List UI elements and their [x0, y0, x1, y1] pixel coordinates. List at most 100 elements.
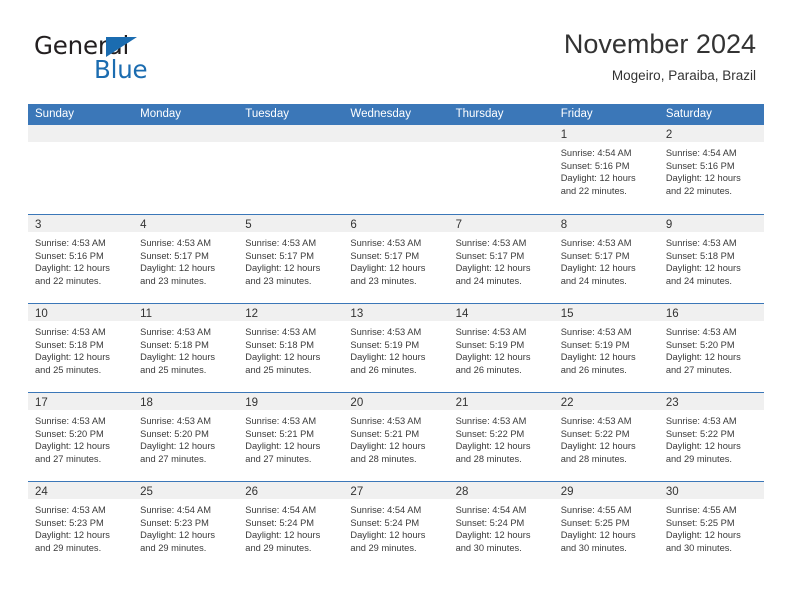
daylight-line-1: Daylight: 12 hours: [35, 263, 110, 274]
sunrise-line: Sunrise: 4:53 AM: [35, 327, 106, 337]
sunrise-line: Sunrise: 4:53 AM: [350, 327, 422, 337]
day-number: 27: [350, 486, 364, 498]
sunset-line: Sunset: 5:18 PM: [665, 250, 735, 261]
day-cell[interactable]: 28 Sunrise: 4:54 AM Sunset: 5:24 PM Dayl…: [448, 482, 554, 570]
day-cell[interactable]: 17 Sunrise: 4:53 AM Sunset: 5:20 PM Dayl…: [28, 393, 134, 481]
daylight-line-2: and 30 minutes.: [560, 542, 627, 553]
day-cell[interactable]: 16 Sunrise: 4:53 AM Sunset: 5:20 PM Dayl…: [658, 304, 764, 392]
day-cell[interactable]: 5 Sunrise: 4:53 AM Sunset: 5:17 PM Dayli…: [238, 215, 344, 303]
daylight-line-1: Daylight: 12 hours: [245, 530, 321, 541]
week-row: 1 Sunrise: 4:54 AM Sunset: 5:16 PM Dayli…: [28, 125, 764, 214]
daylight-line-2: and 29 minutes.: [665, 453, 732, 464]
day-number: 29: [560, 486, 574, 498]
daylight-line-2: and 29 minutes.: [35, 542, 102, 553]
daylight-line-1: Daylight: 12 hours: [560, 441, 636, 452]
sunset-line: Sunset: 5:16 PM: [560, 160, 630, 171]
day-cell[interactable]: 9 Sunrise: 4:53 AM Sunset: 5:18 PM Dayli…: [658, 215, 764, 303]
day-details: Sunrise: 4:53 AM Sunset: 5:17 PM Dayligh…: [449, 232, 554, 287]
day-number-band: 28: [448, 482, 554, 499]
day-cell[interactable]: 27 Sunrise: 4:54 AM Sunset: 5:24 PM Dayl…: [343, 482, 449, 570]
daylight-line-2: and 23 minutes.: [350, 275, 417, 286]
day-cell[interactable]: 7 Sunrise: 4:53 AM Sunset: 5:17 PM Dayli…: [448, 215, 554, 303]
brand-logo[interactable]: General Blue: [34, 32, 284, 88]
sunrise-line: Sunrise: 4:54 AM: [455, 505, 527, 515]
sunset-line: Sunset: 5:24 PM: [350, 517, 420, 528]
daylight-line-1: Daylight: 12 hours: [140, 263, 216, 274]
day-number: 18: [140, 397, 153, 409]
day-cell[interactable]: 12 Sunrise: 4:53 AM Sunset: 5:18 PM Dayl…: [238, 304, 344, 392]
day-cell[interactable]: 1 Sunrise: 4:54 AM Sunset: 5:16 PM Dayli…: [553, 125, 659, 214]
day-cell[interactable]: 24 Sunrise: 4:53 AM Sunset: 5:23 PM Dayl…: [28, 482, 134, 570]
weekday-sunday: Sunday: [35, 108, 75, 120]
day-cell[interactable]: 11 Sunrise: 4:53 AM Sunset: 5:18 PM Dayl…: [133, 304, 239, 392]
day-cell[interactable]: 25 Sunrise: 4:54 AM Sunset: 5:23 PM Dayl…: [133, 482, 239, 570]
day-number: 28: [455, 486, 469, 498]
day-details: Sunrise: 4:53 AM Sunset: 5:18 PM Dayligh…: [238, 321, 343, 376]
day-details: Sunrise: 4:53 AM Sunset: 5:22 PM Dayligh…: [659, 410, 764, 465]
weekday-wednesday: Wednesday: [350, 108, 411, 120]
sunrise-line: Sunrise: 4:54 AM: [140, 505, 211, 515]
day-cell[interactable]: 15 Sunrise: 4:53 AM Sunset: 5:19 PM Dayl…: [553, 304, 659, 392]
daylight-line-1: Daylight: 12 hours: [245, 441, 321, 452]
day-cell[interactable]: 2 Sunrise: 4:54 AM Sunset: 5:16 PM Dayli…: [658, 125, 764, 214]
day-cell: [238, 125, 344, 214]
daylight-line-2: and 25 minutes.: [140, 364, 207, 375]
day-number: 21: [455, 397, 469, 409]
day-cell[interactable]: 6 Sunrise: 4:53 AM Sunset: 5:17 PM Dayli…: [343, 215, 449, 303]
daylight-line-2: and 23 minutes.: [245, 275, 312, 286]
day-details: Sunrise: 4:53 AM Sunset: 5:19 PM Dayligh…: [343, 321, 448, 376]
sunrise-line: Sunrise: 4:53 AM: [350, 238, 422, 248]
day-cell[interactable]: 4 Sunrise: 4:53 AM Sunset: 5:17 PM Dayli…: [133, 215, 239, 303]
day-cell[interactable]: 21 Sunrise: 4:53 AM Sunset: 5:22 PM Dayl…: [448, 393, 554, 481]
day-number-band: 15: [553, 304, 659, 321]
day-number-band: [133, 125, 239, 142]
day-details: Sunrise: 4:54 AM Sunset: 5:23 PM Dayligh…: [133, 499, 238, 554]
day-cell[interactable]: 18 Sunrise: 4:53 AM Sunset: 5:20 PM Dayl…: [133, 393, 239, 481]
daylight-line-2: and 24 minutes.: [560, 275, 627, 286]
day-number-band: 19: [238, 393, 344, 410]
day-details: Sunrise: 4:53 AM Sunset: 5:18 PM Dayligh…: [28, 321, 133, 376]
sunrise-line: Sunrise: 4:53 AM: [665, 238, 737, 248]
sunset-line: Sunset: 5:20 PM: [140, 428, 209, 439]
day-number: 15: [560, 308, 574, 320]
brand-triangle-icon: [106, 37, 137, 57]
day-number-band: [343, 125, 449, 142]
weekday-saturday: Saturday: [665, 108, 712, 120]
sunrise-line: Sunrise: 4:53 AM: [140, 238, 211, 248]
day-cell[interactable]: 10 Sunrise: 4:53 AM Sunset: 5:18 PM Dayl…: [28, 304, 134, 392]
day-cell[interactable]: 13 Sunrise: 4:53 AM Sunset: 5:19 PM Dayl…: [343, 304, 449, 392]
day-cell[interactable]: 20 Sunrise: 4:53 AM Sunset: 5:21 PM Dayl…: [343, 393, 449, 481]
sunset-line: Sunset: 5:17 PM: [140, 250, 209, 261]
daylight-line-1: Daylight: 12 hours: [560, 352, 636, 363]
daylight-line-1: Daylight: 12 hours: [665, 173, 741, 184]
day-details: Sunrise: 4:53 AM Sunset: 5:18 PM Dayligh…: [659, 232, 764, 287]
daylight-line-1: Daylight: 12 hours: [350, 352, 426, 363]
sunrise-line: Sunrise: 4:53 AM: [140, 327, 211, 337]
day-cell[interactable]: 3 Sunrise: 4:53 AM Sunset: 5:16 PM Dayli…: [28, 215, 134, 303]
day-cell[interactable]: 29 Sunrise: 4:55 AM Sunset: 5:25 PM Dayl…: [553, 482, 659, 570]
sunset-line: Sunset: 5:23 PM: [140, 517, 209, 528]
day-details: Sunrise: 4:53 AM Sunset: 5:16 PM Dayligh…: [28, 232, 133, 287]
day-cell[interactable]: 19 Sunrise: 4:53 AM Sunset: 5:21 PM Dayl…: [238, 393, 344, 481]
day-cell[interactable]: 14 Sunrise: 4:53 AM Sunset: 5:19 PM Dayl…: [448, 304, 554, 392]
day-number-band: 23: [658, 393, 764, 410]
day-cell[interactable]: 8 Sunrise: 4:53 AM Sunset: 5:17 PM Dayli…: [553, 215, 659, 303]
week-row: 3 Sunrise: 4:53 AM Sunset: 5:16 PM Dayli…: [28, 214, 764, 303]
day-cell[interactable]: 26 Sunrise: 4:54 AM Sunset: 5:24 PM Dayl…: [238, 482, 344, 570]
daylight-line-2: and 30 minutes.: [665, 542, 732, 553]
sunrise-line: Sunrise: 4:55 AM: [560, 505, 632, 515]
sunrise-line: Sunrise: 4:53 AM: [455, 238, 527, 248]
daylight-line-1: Daylight: 12 hours: [350, 441, 426, 452]
day-cell[interactable]: 30 Sunrise: 4:55 AM Sunset: 5:25 PM Dayl…: [658, 482, 764, 570]
day-number-band: 5: [238, 215, 344, 232]
daylight-line-1: Daylight: 12 hours: [665, 263, 741, 274]
day-cell[interactable]: 23 Sunrise: 4:53 AM Sunset: 5:22 PM Dayl…: [658, 393, 764, 481]
day-cell[interactable]: 22 Sunrise: 4:53 AM Sunset: 5:22 PM Dayl…: [553, 393, 659, 481]
day-number-band: 20: [343, 393, 449, 410]
daylight-line-1: Daylight: 12 hours: [245, 352, 321, 363]
title-block: November 2024 Mogeiro, Paraiba, Brazil: [564, 28, 756, 86]
daylight-line-2: and 22 minutes.: [665, 185, 732, 196]
sunrise-line: Sunrise: 4:53 AM: [245, 327, 317, 337]
day-details: Sunrise: 4:53 AM Sunset: 5:17 PM Dayligh…: [343, 232, 448, 287]
daylight-line-2: and 26 minutes.: [350, 364, 417, 375]
